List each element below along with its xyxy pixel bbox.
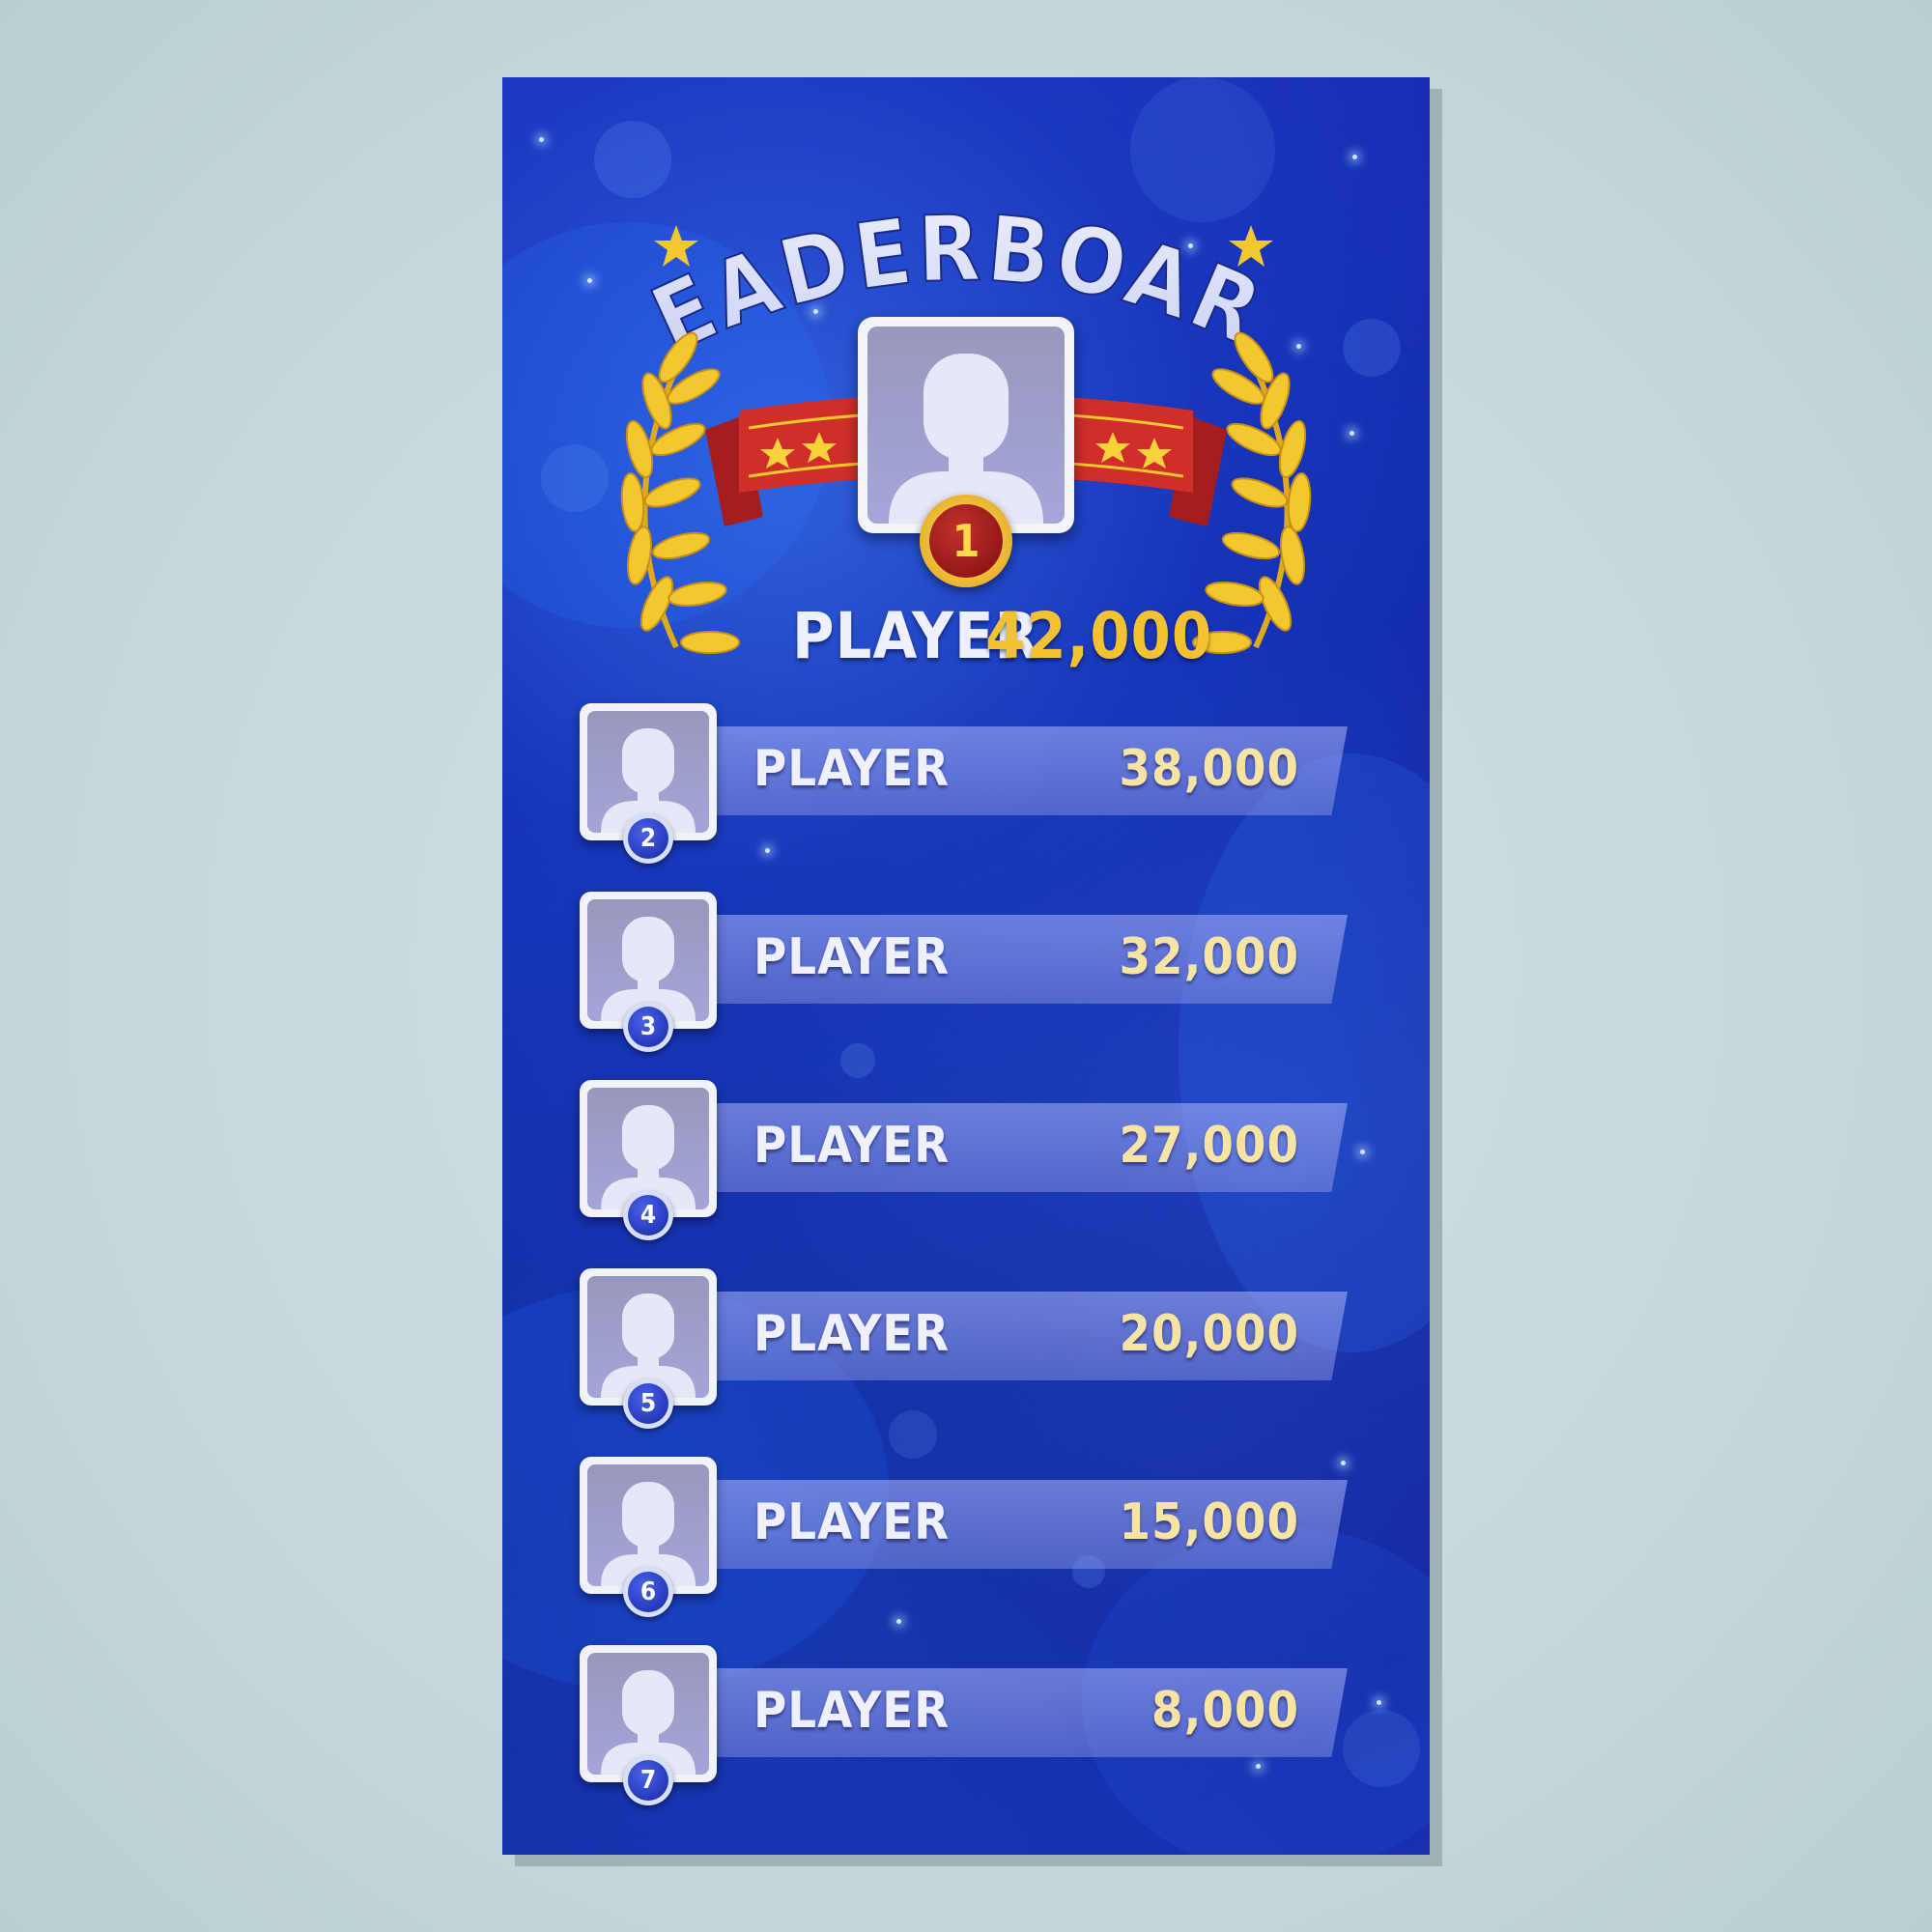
rank-number: 6 <box>628 1572 668 1612</box>
player-name: PLAYER <box>753 740 951 798</box>
player-name: PLAYER <box>753 1682 951 1740</box>
star-icon <box>1229 225 1273 267</box>
player-name: PLAYER <box>753 1117 951 1175</box>
background-blob <box>1179 753 1430 1352</box>
player-score: 20,000 <box>1119 1305 1299 1363</box>
rank-number: 2 <box>628 818 668 859</box>
champion-score: 42,000 <box>985 599 1213 673</box>
rank-badge: 6 <box>623 1567 673 1617</box>
champion-name: PLAYER <box>792 599 1040 673</box>
rank-badge: 2 <box>623 813 673 864</box>
rank-badge: 5 <box>623 1378 673 1429</box>
sparkle <box>896 1619 901 1624</box>
leaderboard-row[interactable]: 6 PLAYER 15,000 <box>580 1457 1362 1617</box>
leaderboard-row[interactable]: 2 PLAYER 38,000 <box>580 703 1362 864</box>
sparkle <box>1377 1700 1381 1705</box>
player-name: PLAYER <box>753 1493 951 1551</box>
sparkle <box>765 848 770 853</box>
rank-medal: 1 <box>920 495 1012 587</box>
champion-rank: 1 <box>929 504 1003 578</box>
rank-badge: 4 <box>623 1190 673 1240</box>
player-score: 8,000 <box>1151 1682 1299 1740</box>
leaderboard-row[interactable]: 7 PLAYER 8,000 <box>580 1645 1362 1805</box>
rank-number: 7 <box>628 1760 668 1801</box>
leaderboard-row[interactable]: 5 PLAYER 20,000 <box>580 1268 1362 1429</box>
leaderboard-panel: LEADERBOARD <box>502 77 1430 1855</box>
player-score: 38,000 <box>1119 740 1299 798</box>
rank-number: 4 <box>628 1195 668 1236</box>
sparkle <box>587 278 592 283</box>
background-bubble <box>840 1043 875 1078</box>
background-bubble <box>889 1410 937 1459</box>
rank-number: 5 <box>628 1383 668 1424</box>
player-score: 32,000 <box>1119 928 1299 986</box>
sparkle <box>1352 155 1357 159</box>
star-icon <box>654 225 698 267</box>
player-name: PLAYER <box>753 1305 951 1363</box>
player-score: 15,000 <box>1119 1493 1299 1551</box>
player-name: PLAYER <box>753 928 951 986</box>
rank-badge: 3 <box>623 1002 673 1052</box>
leaderboard-row[interactable]: 4 PLAYER 27,000 <box>580 1080 1362 1240</box>
sparkle <box>1350 431 1354 436</box>
player-score: 27,000 <box>1119 1117 1299 1175</box>
rank-badge: 7 <box>623 1755 673 1805</box>
sparkle <box>539 137 544 142</box>
rank-number: 3 <box>628 1007 668 1047</box>
background-bubble <box>1343 319 1401 377</box>
leaderboard-row[interactable]: 3 PLAYER 32,000 <box>580 892 1362 1052</box>
